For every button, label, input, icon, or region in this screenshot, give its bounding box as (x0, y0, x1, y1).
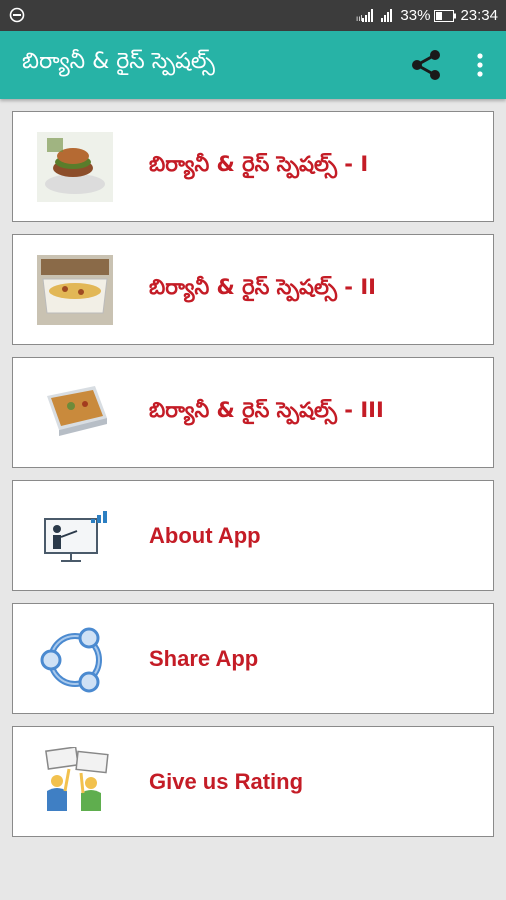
menu-item-biryani-1[interactable]: బిర్యానీ & రైస్ స్పెషల్స్ - I (12, 111, 494, 222)
menu-item-share-app[interactable]: Share App (12, 603, 494, 714)
menu-item-give-rating[interactable]: Give us Rating (12, 726, 494, 837)
biryani-tray-thumbnail (37, 378, 113, 448)
battery-icon (434, 9, 457, 22)
menu-item-label: బిర్యానీ & రైస్ స్పెషల్స్ - III (149, 397, 384, 422)
menu-item-biryani-2[interactable]: బిర్యానీ & రైస్ స్పెషల్స్ - II (12, 234, 494, 345)
status-bar: ııl 33% 23:34 (0, 0, 506, 31)
clock: 23:34 (460, 7, 498, 24)
svg-text:ııl: ııl (356, 14, 362, 23)
menu-item-label: Give us Rating (149, 768, 304, 794)
app-title: బిర్యానీ & రైస్ స్పెషల్స్ (22, 49, 215, 74)
share-icon[interactable] (408, 47, 444, 83)
menu-item-label: Share App (149, 645, 259, 671)
signal-1-icon: ııl (356, 8, 374, 23)
burger-food-thumbnail (37, 132, 113, 202)
menu-item-biryani-3[interactable]: బిర్యానీ & రైస్ స్పెషల్స్ - III (12, 357, 494, 468)
menu-item-label: బిర్యానీ & రైస్ స్పెషల్స్ - I (149, 151, 369, 176)
menu-item-label: బిర్యానీ & రైస్ స్పెషల్స్ - II (149, 274, 376, 299)
share-circle-icon (40, 627, 102, 693)
rating-people-icon (45, 747, 109, 811)
signal-2-icon (381, 8, 393, 22)
menu-item-label: About App (149, 522, 261, 548)
menu-item-about-app[interactable]: About App (12, 480, 494, 591)
app-toolbar: బిర్యానీ & రైస్ స్పెషల్స్ (0, 31, 506, 99)
battery-percent: 33% (400, 7, 431, 24)
rice-dish-thumbnail (37, 255, 113, 325)
more-vert-icon[interactable] (468, 47, 492, 83)
do-not-disturb-icon (9, 7, 25, 23)
presentation-icon (44, 511, 107, 562)
